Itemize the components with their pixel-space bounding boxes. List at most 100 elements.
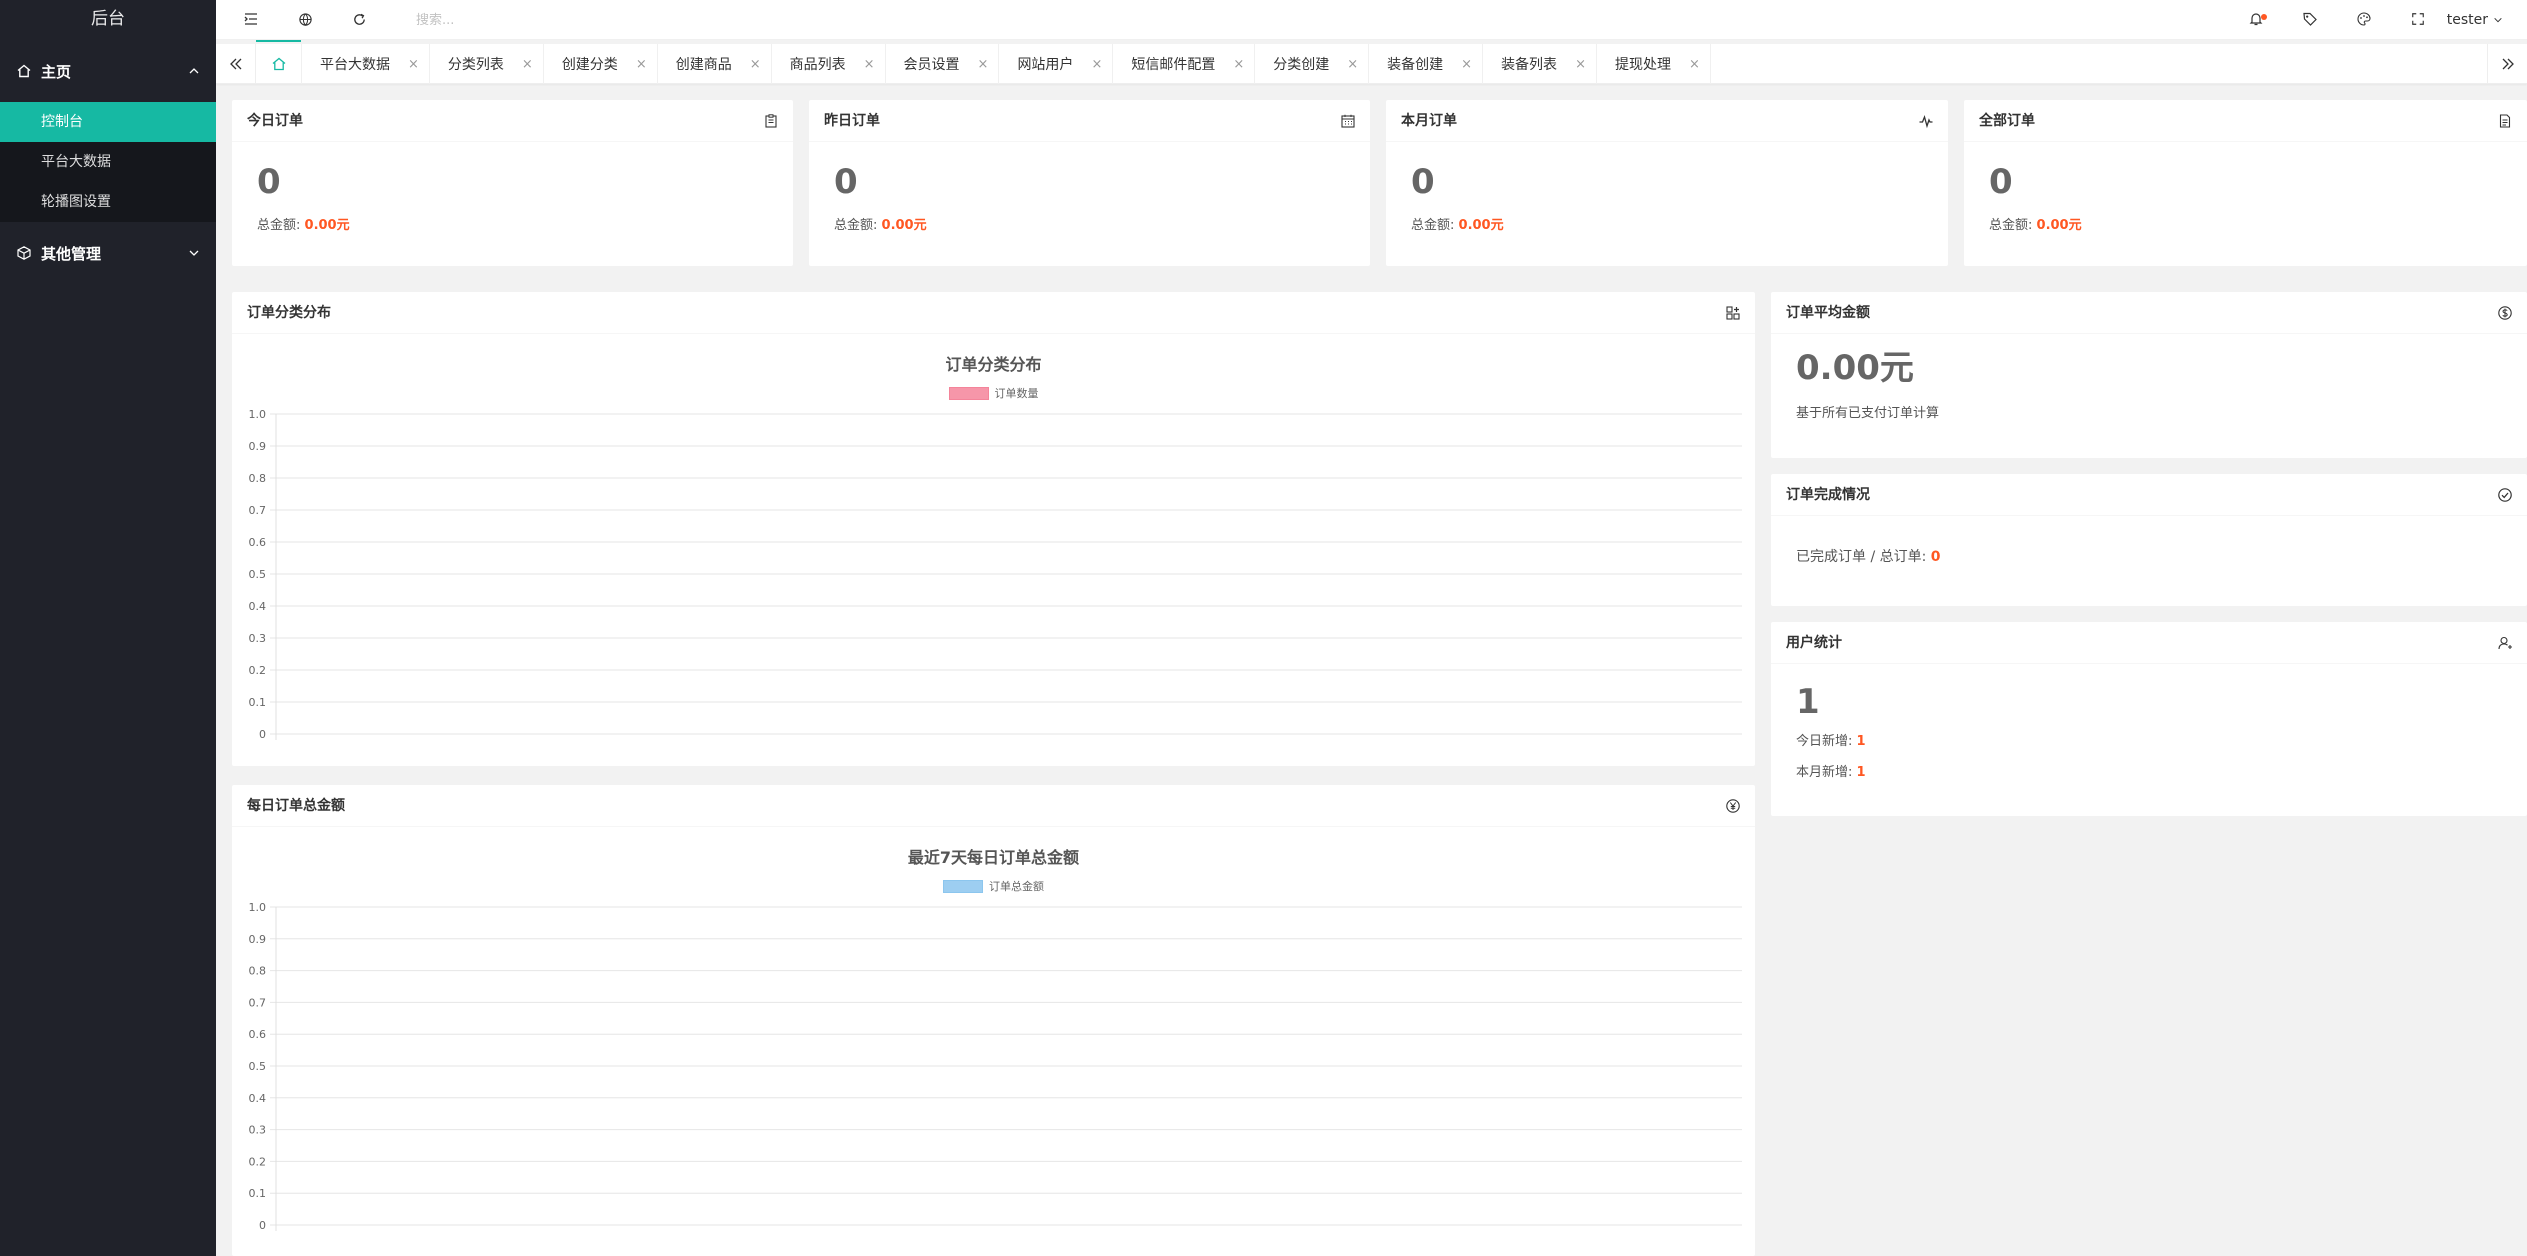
tab-label: 分类创建 [1273, 57, 1330, 73]
close-icon[interactable]: × [522, 57, 533, 72]
tag-icon[interactable] [2301, 10, 2319, 28]
nav-group-label: 其他管理 [41, 244, 102, 263]
yen-icon[interactable] [1725, 798, 1741, 814]
nav-group-other[interactable]: 其他管理 [0, 222, 216, 284]
completion-panel: 订单完成情况 已完成订单 / 总订单: 0 [1771, 474, 2527, 606]
stat-value: 0 [1989, 162, 2013, 202]
y-tick-label: 0.4 [249, 1092, 267, 1105]
panel-title: 订单平均金额 [1786, 305, 1870, 321]
tab-label: 网站用户 [1017, 57, 1074, 73]
chevron-down-icon [2494, 17, 2502, 23]
chart-title: 订单分类分布 [945, 355, 1042, 374]
y-tick-label: 1.0 [249, 901, 267, 914]
close-icon[interactable]: × [1461, 57, 1472, 72]
y-tick-label: 0.4 [249, 600, 267, 613]
panel-title: 用户统计 [1786, 635, 1842, 651]
y-tick-label: 0.7 [249, 996, 267, 1009]
sidebar-item-platform-data[interactable]: 平台大数据 [0, 142, 216, 182]
stat-value: 0 [834, 162, 858, 202]
card-title: 今日订单 [247, 113, 303, 129]
y-tick-label: 0.1 [249, 696, 267, 709]
tab-item[interactable]: 创建分类 × [544, 44, 658, 84]
today-new-label: 今日新增: [1796, 734, 1853, 749]
y-tick-label: 0.8 [249, 965, 267, 978]
close-icon[interactable]: × [1347, 57, 1358, 72]
bell-icon[interactable] [2247, 10, 2267, 28]
home-icon [272, 57, 285, 71]
chevron-down-icon [189, 250, 199, 256]
sidebar-item-console[interactable]: 控制台 [0, 102, 216, 142]
avg-amount-panel: 订单平均金额 0.00元 基于所有已支付订单计算 [1771, 292, 2527, 458]
tab-item[interactable]: 分类列表 × [430, 44, 544, 84]
fullscreen-icon[interactable] [2409, 10, 2427, 28]
tab-label: 短信邮件配置 [1131, 57, 1216, 73]
today-new-value: 1 [1856, 734, 1866, 749]
app-logo: 后台 [91, 9, 125, 29]
y-tick-label: 0.8 [249, 472, 267, 485]
tab-label: 提现处理 [1614, 57, 1671, 73]
chart-title: 最近7天每日订单总金额 [907, 848, 1080, 867]
panel-title: 每日订单总金额 [247, 798, 345, 814]
tab-item[interactable]: 短信邮件配置 × [1113, 44, 1256, 84]
close-icon[interactable]: × [750, 57, 761, 72]
user-stats-panel: 用户统计 1 今日新增: 1 本月新增: 1 [1771, 622, 2527, 816]
y-tick-label: 0.9 [249, 933, 267, 946]
tabs-scroll-left-icon[interactable] [216, 44, 256, 84]
tab-item[interactable]: 平台大数据 × [302, 44, 430, 84]
completion-value: 0 [1930, 549, 1941, 565]
stat-value: 0 [1411, 162, 1435, 202]
stat-card-yesterday: 昨日订单 0 总金额: 0.00元 [809, 100, 1370, 266]
y-tick-label: 0.9 [249, 440, 267, 453]
dollar-icon [2498, 306, 2512, 320]
tab-label: 平台大数据 [320, 57, 390, 73]
theme-palette-icon[interactable] [2355, 10, 2373, 28]
tab-item[interactable]: 装备列表 × [1483, 44, 1597, 84]
amount-label: 总金额: [1411, 218, 1455, 233]
refresh-icon[interactable] [350, 10, 368, 28]
menu-collapse-icon[interactable] [242, 10, 260, 28]
legend-swatch [943, 879, 983, 893]
nav-group-home[interactable]: 主页 [0, 40, 216, 102]
tab-item[interactable]: 商品列表 × [772, 44, 886, 84]
top-header: tester [216, 0, 2527, 40]
tab-home[interactable] [256, 40, 302, 84]
card-title: 昨日订单 [824, 113, 880, 129]
tab-item[interactable]: 创建商品 × [658, 44, 772, 84]
user-menu[interactable]: tester [2447, 0, 2503, 40]
tab-item[interactable]: 会员设置 × [886, 44, 1000, 84]
y-tick-label: 0.2 [249, 664, 267, 677]
stat-card-all: 全部订单 0 总金额: 0.00元 [1964, 100, 2527, 266]
y-tick-label: 0.3 [249, 1124, 267, 1137]
month-new-label: 本月新增: [1796, 765, 1853, 780]
sidebar-item-carousel-settings[interactable]: 轮播图设置 [0, 182, 216, 222]
tab-item[interactable]: 网站用户 × [999, 44, 1114, 84]
close-icon[interactable]: × [408, 57, 419, 72]
tab-list: 平台大数据 × 分类列表 × 创建分类 × 创建商品 × 商品列表 × 会员设置 × 网站用户 × 短信邮件… [256, 40, 1711, 84]
notification-dot [2261, 14, 2267, 20]
legend-label: 订单总金额 [989, 880, 1044, 893]
tabs-scroll-right-icon[interactable] [2487, 44, 2527, 84]
close-icon[interactable]: × [978, 57, 989, 72]
close-icon[interactable]: × [1575, 57, 1586, 72]
y-tick-label: 0.3 [249, 632, 267, 645]
amount-value: 0.00元 [304, 218, 350, 233]
apps-icon[interactable] [1725, 305, 1741, 321]
close-icon[interactable]: × [1091, 57, 1102, 72]
tab-item[interactable]: 提现处理 × [1597, 44, 1711, 84]
tab-label: 装备列表 [1501, 57, 1558, 73]
tab-item[interactable]: 装备创建 × [1369, 44, 1484, 84]
tab-label: 商品列表 [789, 57, 846, 73]
sidebar: 后台 主页 控制台 平台大数据 轮播图设置 其他管理 [0, 0, 216, 1256]
globe-icon[interactable] [296, 10, 314, 28]
calendar-icon [1341, 114, 1355, 128]
clipboard-icon [765, 114, 777, 128]
close-icon[interactable]: × [636, 57, 647, 72]
tab-item[interactable]: 分类创建 × [1255, 44, 1370, 84]
tab-label: 装备创建 [1387, 57, 1444, 73]
completion-label: 已完成订单 / 总订单: [1796, 549, 1927, 565]
search-input[interactable] [416, 8, 676, 32]
close-icon[interactable]: × [864, 57, 875, 72]
close-icon[interactable]: × [1233, 57, 1244, 72]
y-tick-label: 0.5 [249, 1060, 267, 1073]
close-icon[interactable]: × [1689, 57, 1700, 72]
